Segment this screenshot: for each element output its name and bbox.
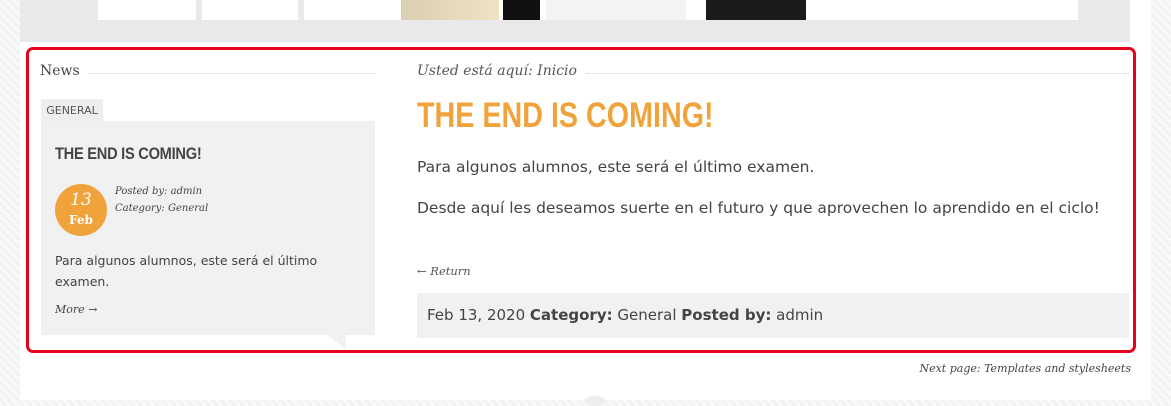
thumbnail[interactable]	[503, 0, 540, 20]
thumbnail[interactable]	[706, 0, 806, 20]
next-page-link[interactable]: Next page: Templates and stylesheets	[919, 362, 1131, 375]
thumbnail[interactable]	[98, 0, 202, 20]
news-heading-label: News	[40, 63, 88, 79]
top-gallery-strip	[20, 0, 1130, 42]
breadcrumb-text: Usted está aquí: Inicio	[417, 63, 585, 79]
thumbnail[interactable]	[810, 0, 1078, 20]
bottom-decoration	[584, 396, 606, 406]
highlight-frame	[26, 47, 1136, 353]
thumbnail[interactable]	[202, 0, 304, 20]
thumbnail-row	[98, 0, 1078, 20]
thumbnail[interactable]	[546, 0, 686, 20]
thumbnail[interactable]	[304, 0, 390, 20]
thumbnail[interactable]	[401, 0, 499, 20]
